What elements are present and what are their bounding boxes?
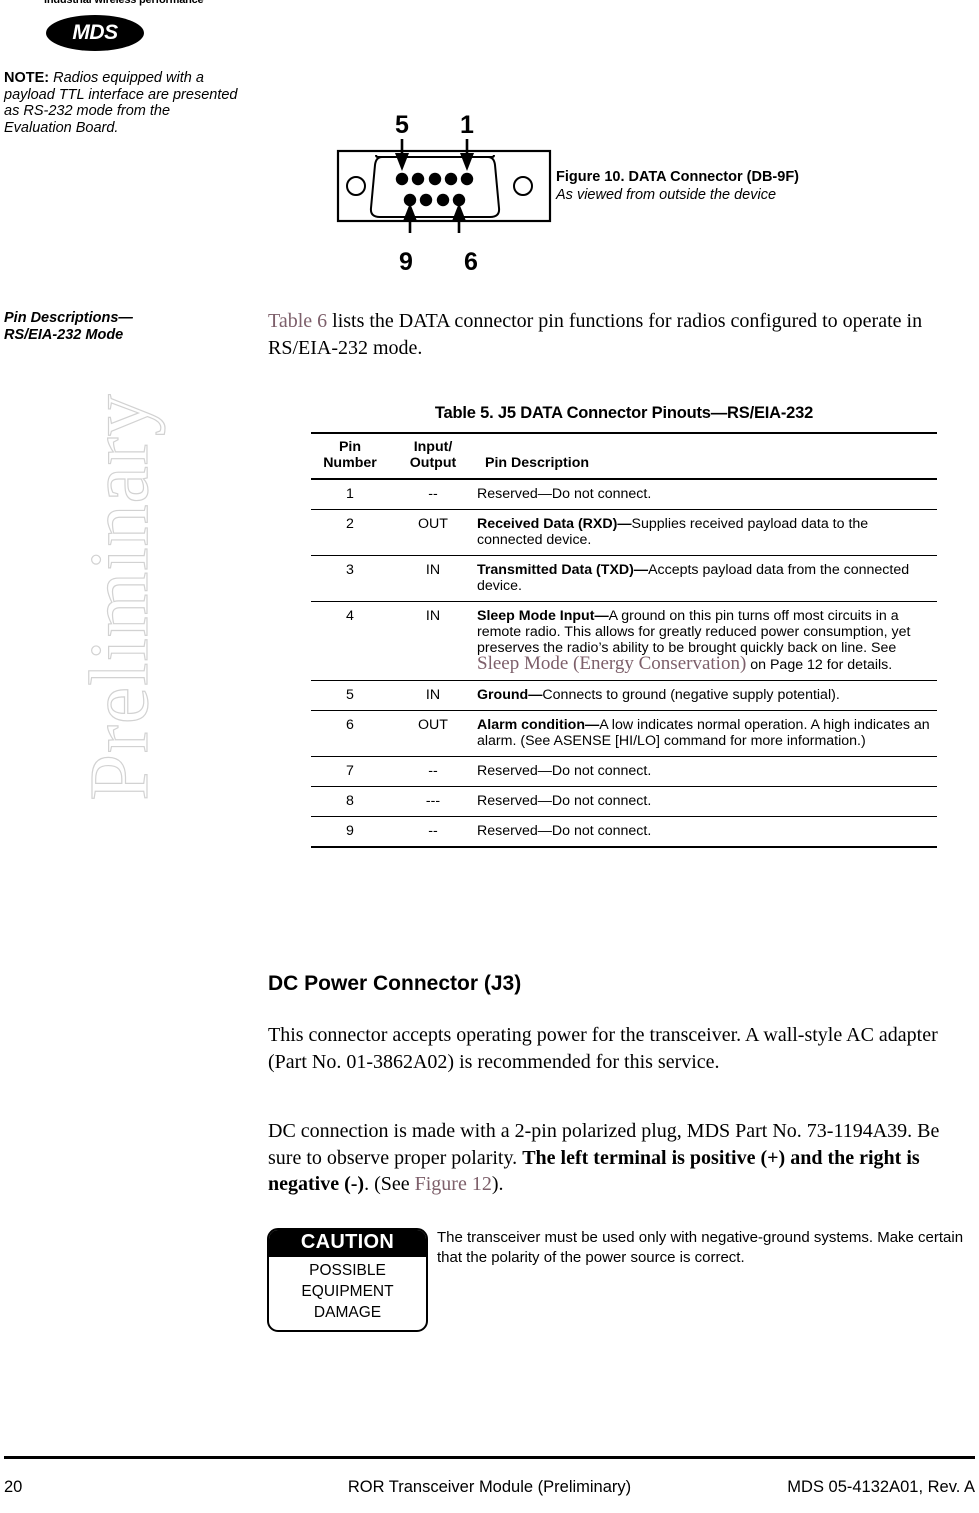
- figure-label-pin9: 9: [399, 248, 413, 275]
- figure-label-pin5: 5: [395, 111, 409, 139]
- table6-crossref-link[interactable]: Table 6: [268, 310, 327, 332]
- cell-description-text: Reserved—Do not connect.: [477, 823, 652, 839]
- caution-badge-body: POSSIBLE EQUIPMENT DAMAGE: [269, 1257, 426, 1330]
- dc-p2-part2: . (See: [364, 1173, 415, 1195]
- footer-part-number: MDS 05-4132A01, Rev. A: [787, 1478, 975, 1496]
- dc-p2-part3: ).: [491, 1173, 504, 1195]
- table-row: 6 OUT Alarm condition—A low indicates norm…: [311, 710, 937, 757]
- pinouts-table: Pin Number Input/ Output Pin Description…: [311, 432, 937, 848]
- table-row: 2 OUT Received Data (RXD)—Supplies receive…: [311, 509, 937, 556]
- caution-text: The transceiver must be used only with n…: [437, 1229, 964, 1266]
- caution-line-3: DAMAGE: [313, 1304, 382, 1321]
- intro-paragraph: Table 6 lists the DATA connector pin fun…: [268, 308, 968, 361]
- col-header-input-output: Input/ Output: [389, 432, 477, 480]
- cell-description-text: Reserved—Do not connect.: [477, 763, 652, 779]
- cell-pin-description: Reserved—Do not connect.: [477, 479, 937, 510]
- footer-rule: [4, 1456, 975, 1459]
- cell-pin-number: 8: [311, 786, 389, 817]
- page-footer: 20 ROR Transceiver Module (Preliminary) …: [4, 1478, 975, 1497]
- table-header-row: Pin Number Input/ Output Pin Description: [311, 432, 937, 480]
- cell-pin-number: 3: [311, 555, 389, 602]
- figure-label-pin1: 1: [460, 111, 474, 139]
- cell-pin-description: Ground—Connects to ground (negative supp…: [477, 680, 937, 711]
- cell-description-bold: Ground—: [477, 687, 543, 703]
- section-sidebar-heading: Pin Descriptions— RS/EIA-232 Mode: [4, 310, 239, 344]
- dc-power-heading: DC Power Connector (J3): [268, 972, 522, 995]
- cell-input-output: OUT: [389, 509, 477, 556]
- table-row: 9 -- Reserved—Do not connect.: [311, 816, 937, 848]
- cell-description-text: Reserved—Do not connect.: [477, 793, 652, 809]
- note-callout: NOTE: Radios equipped with a payload TTL…: [4, 70, 239, 136]
- db9-connector-figure: 5 1 9 6: [330, 105, 560, 276]
- figure12-crossref-link[interactable]: Figure 12: [415, 1173, 492, 1195]
- col-header-input-output-line2: Output: [409, 455, 457, 471]
- figure-caption-title: Figure 10. DATA Connector (DB-9F): [556, 169, 800, 185]
- col-header-pin-number-line1: Pin: [338, 439, 362, 455]
- table-body: 1 -- Reserved—Do not connect. 2 OUT Received …: [311, 479, 937, 848]
- logo-wordmark: MDS: [72, 20, 118, 44]
- col-header-pin-description: Pin Description: [477, 432, 937, 480]
- intro-paragraph-text: lists the DATA connector pin functions f…: [268, 310, 923, 359]
- cell-description-bold: Sleep Mode Input—: [477, 608, 609, 624]
- figure-caption: Figure 10. DATA Connector (DB-9F) As vie…: [556, 168, 956, 204]
- table-row: 7 -- Reserved—Do not connect.: [311, 756, 937, 787]
- pinouts-table-block: Table 5. J5 DATA Connector Pinouts—RS/EI…: [311, 404, 937, 848]
- cell-pin-number: 4: [311, 601, 389, 681]
- cell-description-text: Connects to ground (negative supply pote…: [542, 687, 840, 703]
- cell-pin-description: Received Data (RXD)—Supplies received pa…: [477, 509, 937, 556]
- cell-description-text: Reserved—Do not connect.: [477, 486, 652, 502]
- figure-caption-subtitle: As viewed from outside the device: [556, 187, 777, 203]
- cell-pin-description: Sleep Mode Input—A ground on this pin tu…: [477, 601, 937, 681]
- caution-badge-header: CAUTION: [269, 1230, 426, 1257]
- sidebar-heading-line1: Pin Descriptions—: [4, 310, 133, 326]
- cell-description-bold: Transmitted Data (TXD)—: [477, 562, 649, 578]
- mds-logo: MDS: [46, 15, 144, 51]
- cell-input-output: --: [389, 479, 477, 510]
- cell-pin-description: Alarm condition—A low indicates normal o…: [477, 710, 937, 757]
- cell-pin-number: 6: [311, 710, 389, 757]
- table-row: 1 -- Reserved—Do not connect.: [311, 479, 937, 510]
- note-label: NOTE:: [4, 70, 50, 86]
- cell-input-output: IN: [389, 680, 477, 711]
- table-row: 3 IN Transmitted Data (TXD)—Accepts payloa…: [311, 555, 937, 602]
- table-row: 5 IN Ground—Connects to ground (negative s…: [311, 680, 937, 711]
- cell-description-bold: Received Data (RXD)—: [477, 516, 632, 532]
- cell-pin-description: Reserved—Do not connect.: [477, 756, 937, 787]
- cell-pin-number: 7: [311, 756, 389, 787]
- figure-label-pin6: 6: [464, 248, 478, 275]
- cell-pin-number: 1: [311, 479, 389, 510]
- dc-paragraph-1: This connector accepts operating power f…: [268, 1024, 938, 1073]
- col-header-input-output-line1: Input/: [413, 439, 453, 455]
- cell-pin-number: 2: [311, 509, 389, 556]
- preliminary-watermark: Preliminary: [72, 393, 166, 802]
- db9-connector-drawing: 5 1 9 6: [336, 111, 552, 276]
- dc-paragraph-2: DC connection is made with a 2-pin polar…: [268, 1118, 968, 1198]
- cell-input-output: ---: [389, 786, 477, 817]
- cell-pin-description: Reserved—Do not connect.: [477, 786, 937, 817]
- cell-pin-number: 9: [311, 816, 389, 848]
- cell-pin-description: Transmitted Data (TXD)—Accepts payload d…: [477, 555, 937, 602]
- sidebar-heading-line2: RS/EIA-232 Mode: [4, 327, 124, 343]
- col-header-pin-number-line2: Number: [323, 455, 377, 471]
- cell-input-output: --: [389, 816, 477, 848]
- table-title: Table 5. J5 DATA Connector Pinouts—RS/EI…: [434, 404, 814, 422]
- cell-pin-number: 5: [311, 680, 389, 711]
- caution-line-1: POSSIBLE: [309, 1262, 386, 1279]
- cell-pin-description: Reserved—Do not connect.: [477, 816, 937, 848]
- sleep-mode-crossref-link[interactable]: Sleep Mode (Energy Conservation): [477, 653, 746, 674]
- caution-badge: CAUTION POSSIBLE EQUIPMENT DAMAGE: [267, 1228, 428, 1332]
- table-row: 4 IN Sleep Mode Input—A ground on this pin…: [311, 601, 937, 681]
- cell-description-tail: on Page 12 for details.: [746, 657, 893, 673]
- footer-page-number: 20: [4, 1478, 23, 1496]
- col-header-pin-number: Pin Number: [311, 432, 389, 480]
- cell-input-output: IN: [389, 555, 477, 602]
- table-header: Pin Number Input/ Output Pin Description: [311, 432, 937, 480]
- cell-input-output: OUT: [389, 710, 477, 757]
- company-tagline: industrial wireless performance: [44, 0, 204, 6]
- cell-input-output: --: [389, 756, 477, 787]
- cell-input-output: IN: [389, 601, 477, 681]
- table-row: 8 --- Reserved—Do not connect.: [311, 786, 937, 817]
- caution-line-2: EQUIPMENT: [301, 1283, 394, 1300]
- cell-description-bold: Alarm condition—: [477, 717, 600, 733]
